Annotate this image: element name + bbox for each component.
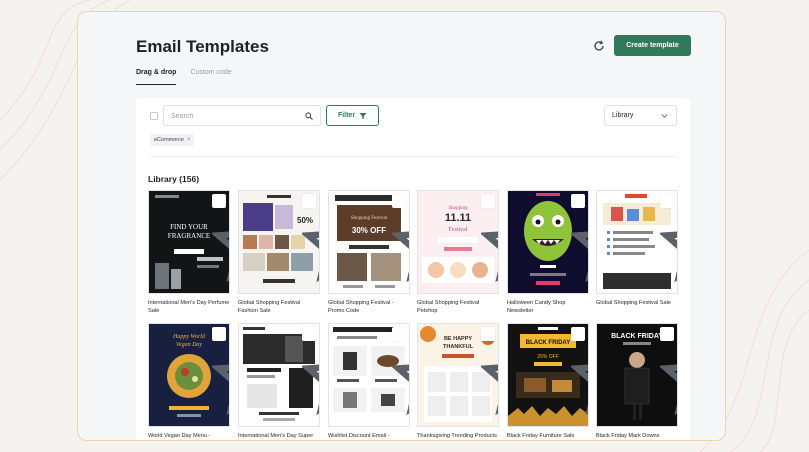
template-thumbnail[interactable] — [507, 190, 589, 294]
template-card[interactable]: BLACK FRIDAY Black Friday Mark Downs — [596, 323, 678, 440]
create-template-button[interactable]: Create template — [614, 35, 691, 56]
template-title: Black Friday Mark Downs — [596, 433, 660, 439]
search-icon[interactable] — [305, 112, 313, 120]
template-title: International Men's Day Perfume Sale — [148, 300, 230, 315]
favorite-star-icon[interactable] — [212, 327, 229, 416]
favorite-star-icon[interactable] — [571, 194, 588, 283]
template-title: International Men's Day Super Sale - Pro… — [238, 433, 314, 439]
template-thumbnail[interactable]: Happy World Vegan Day — [148, 323, 230, 427]
template-card[interactable]: Happy World Vegan Day World Vegan Day Men… — [148, 323, 230, 440]
template-card[interactable]: BE HAPPY THANKFUL Thanksgiving Trending P… — [417, 323, 499, 440]
template-title: Global Shopping Festival Petshop — [417, 300, 480, 315]
svg-text:30% OFF: 30% OFF — [352, 226, 386, 235]
template-thumbnail[interactable]: FIND YOUR FRAGRANCE — [148, 190, 230, 294]
svg-text:Vegan Day: Vegan Day — [176, 342, 202, 348]
svg-text:Festival: Festival — [449, 227, 468, 233]
template-thumbnail[interactable] — [238, 323, 320, 427]
filter-tag-chip: eCommerce × — [150, 134, 195, 146]
template-title: Halloween Candy Shop Newsletter — [507, 300, 566, 315]
editor-tabs: Drag & drop Custom code — [136, 69, 232, 85]
filter-button[interactable]: Filter — [326, 105, 379, 126]
svg-text:11.11: 11.11 — [445, 212, 471, 224]
template-card[interactable]: BLACK FRIDAY 25% OFF Black Friday Furnitu… — [507, 323, 589, 440]
divider — [150, 156, 677, 157]
svg-text:Happy World: Happy World — [172, 334, 206, 340]
svg-text:BLACK FRIDAY: BLACK FRIDAY — [526, 340, 570, 346]
template-card[interactable]: FIND YOUR FRAGRANCE International Men's D… — [148, 190, 230, 316]
template-card[interactable]: Halloween Candy Shop Newsletter — [507, 190, 589, 316]
library-select[interactable]: Library — [604, 105, 677, 126]
template-title: Global Shopping Festival Sale — [596, 300, 671, 306]
favorite-star-icon[interactable] — [392, 327, 409, 416]
favorite-star-icon[interactable] — [302, 194, 319, 283]
template-title: Global Shopping Festival Fashion Sale — [238, 300, 301, 315]
svg-text:BE HAPPY: BE HAPPY — [444, 336, 472, 342]
template-title: Wishlist Discount Email - Product Cards — [328, 433, 390, 439]
template-thumbnail[interactable] — [328, 323, 410, 427]
template-card[interactable]: Shopping 11.11 Festival Global Shopping Fe… — [417, 190, 499, 316]
favorite-star-icon[interactable] — [302, 327, 319, 416]
favorite-star-icon[interactable] — [660, 327, 677, 416]
svg-text:Shopping Festival: Shopping Festival — [351, 216, 388, 221]
svg-text:BLACK FRIDAY: BLACK FRIDAY — [611, 333, 663, 340]
template-thumbnail[interactable] — [596, 190, 678, 294]
template-thumbnail[interactable]: BE HAPPY THANKFUL — [417, 323, 499, 427]
page-title: Email Templates — [136, 37, 269, 56]
favorite-star-icon[interactable] — [212, 194, 229, 283]
svg-text:FIND YOUR: FIND YOUR — [170, 223, 208, 231]
template-card[interactable]: International Men's Day Super Sale - Pro… — [238, 323, 320, 440]
template-card[interactable]: Global Shopping Festival Sale — [596, 190, 678, 307]
library-select-value: Library — [612, 112, 634, 119]
svg-text:FRAGRANCE: FRAGRANCE — [168, 232, 210, 240]
template-card[interactable]: Shopping Festival 30% OFF Global Shopping… — [328, 190, 410, 316]
chevron-down-icon — [661, 114, 668, 119]
template-title: World Vegan Day Menu - Carousel — [148, 433, 211, 439]
library-heading: Library (156) — [148, 174, 200, 184]
filter-label: Filter — [337, 112, 356, 119]
template-card[interactable]: 50% Global Shopping Festival Fashion Sal… — [238, 190, 320, 316]
search-input[interactable] — [171, 110, 301, 122]
favorite-star-icon[interactable] — [481, 327, 498, 416]
template-title: Global Shopping Festival - Promo Code — [328, 300, 394, 315]
search-box — [163, 105, 321, 126]
template-library: Filter Library eCommerce × Library (156)… — [136, 98, 690, 440]
template-title: Black Friday Furniture Sale — [507, 433, 575, 439]
svg-text:Shopping: Shopping — [448, 206, 468, 211]
select-all-checkbox[interactable] — [150, 112, 158, 120]
favorite-star-icon[interactable] — [571, 327, 588, 416]
template-thumbnail[interactable]: Shopping 11.11 Festival — [417, 190, 499, 294]
filter-icon — [359, 112, 367, 119]
favorite-star-icon[interactable] — [481, 194, 498, 283]
template-thumbnail[interactable]: Shopping Festival 30% OFF — [328, 190, 410, 294]
svg-text:THANKFUL: THANKFUL — [443, 344, 474, 350]
close-icon[interactable]: × — [187, 137, 191, 143]
template-thumbnail[interactable]: BLACK FRIDAY — [596, 323, 678, 427]
favorite-star-icon[interactable] — [392, 194, 409, 283]
template-thumbnail[interactable]: BLACK FRIDAY 25% OFF — [507, 323, 589, 427]
filter-tag-label: eCommerce — [154, 137, 184, 143]
svg-text:25% OFF: 25% OFF — [537, 354, 558, 360]
refresh-icon[interactable] — [592, 39, 606, 53]
template-card[interactable]: Wishlist Discount Email - Product Cards — [328, 323, 410, 440]
template-title: Thanksgiving Trending Products - Product… — [417, 433, 497, 439]
tab-custom-code[interactable]: Custom code — [190, 69, 231, 85]
favorite-star-icon[interactable] — [660, 194, 677, 283]
template-thumbnail[interactable]: 50% — [238, 190, 320, 294]
tab-drag-drop[interactable]: Drag & drop — [136, 69, 177, 85]
templates-panel: Email Templates Create template Drag & d… — [77, 11, 726, 441]
